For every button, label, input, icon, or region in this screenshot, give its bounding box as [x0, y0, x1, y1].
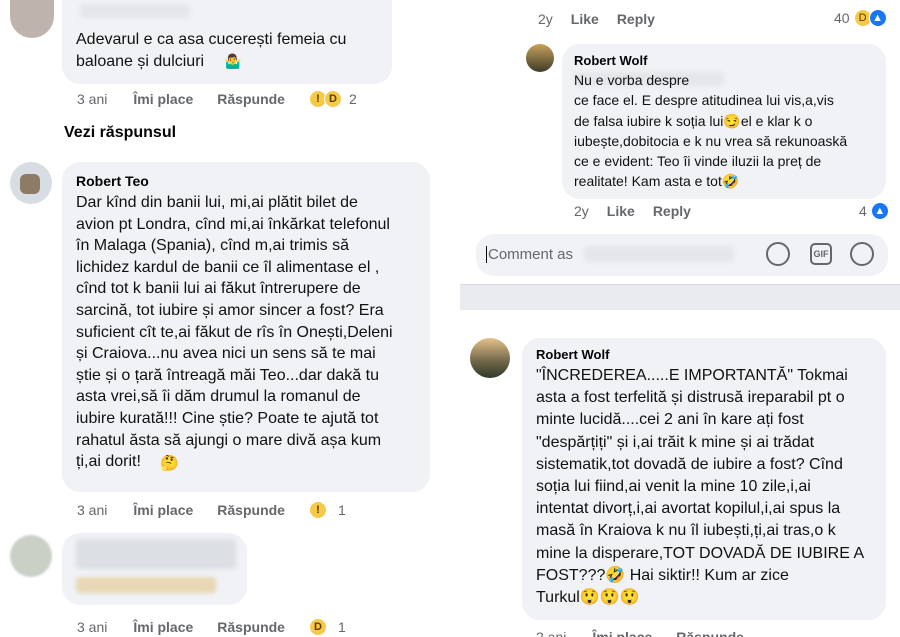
reply-author[interactable]: Robert Wolf [574, 53, 647, 68]
composer-placeholder[interactable]: Comment as [486, 246, 573, 263]
reply-button[interactable]: Reply [617, 11, 655, 27]
reply-button[interactable]: Răspunde [217, 619, 285, 635]
comment-bubble-blurred [62, 533, 247, 605]
laugh-emoji: 🤣 [605, 566, 626, 584]
comment-text: "ÎNCREDEREA.....E IMPORTANTĂ" Tokmai ast… [536, 367, 865, 607]
avatar[interactable] [10, 162, 52, 204]
comment-author[interactable]: Robert Wolf [536, 347, 609, 362]
timestamp[interactable]: 2y [538, 11, 553, 27]
comment-actions: 3 ani Îmi place Răspunde ! D 2 [77, 90, 357, 108]
avatar[interactable] [526, 44, 554, 72]
reactions[interactable]: D 1 [308, 618, 346, 636]
blurred-content [76, 577, 216, 593]
reactions-count: 40 [834, 10, 850, 26]
reactions-count: 1 [337, 502, 346, 518]
timestamp[interactable]: 3 ani [77, 502, 107, 518]
blurred-content [76, 539, 236, 569]
reply-button[interactable]: Răspunde [217, 91, 285, 107]
like-button[interactable]: Like [571, 11, 599, 27]
emoji-icon[interactable] [850, 242, 874, 266]
right-bottom-panel: Robert Wolf "ÎNCREDEREA.....E IMPORTANTĂ… [460, 316, 900, 637]
blurred-author-name [80, 4, 190, 18]
bottom-tabbar-strip [460, 284, 900, 310]
avatar[interactable] [470, 338, 510, 378]
like-button[interactable]: Like [607, 203, 635, 219]
comment-actions: 3 ani Îmi place Răspunde ! 1 [77, 501, 346, 519]
haha-reaction-icon: D [308, 618, 327, 636]
avatar-sticker-icon[interactable] [766, 242, 790, 266]
comment-actions: 2 ani Îmi place Răspunde [536, 629, 768, 637]
smirk-emoji: 😏 [723, 112, 741, 129]
reply-bubble: Robert Wolf Nu e vorba despre ce face el… [562, 44, 886, 199]
right-top-panel: 2y Like Reply 40 D ▲ Robert Wolf Nu e vo… [460, 0, 900, 310]
astonished-emoji: 😲😲😲 [579, 589, 640, 607]
comment-bubble: Robert Wolf "ÎNCREDEREA.....E IMPORTANTĂ… [522, 338, 886, 620]
timestamp[interactable]: 3 ani [77, 619, 107, 635]
like-reaction-icon: ▲ [870, 202, 889, 220]
shrug-emoji: 🤷‍♂️ [224, 53, 242, 69]
reply-button[interactable]: Răspunde [676, 629, 744, 637]
comment-text: Dar kînd din banii lui, mi,ai plătit bil… [76, 194, 393, 471]
reactions-count: 2 [348, 91, 357, 107]
reactions-count: 1 [337, 619, 346, 635]
like-button[interactable]: Îmi place [133, 502, 193, 518]
avatar[interactable] [10, 0, 54, 38]
reactions[interactable]: 40 D ▲ [834, 9, 887, 27]
gif-icon[interactable]: GIF [810, 243, 832, 265]
reactions[interactable]: 4 ▲ [859, 202, 889, 220]
reply-button[interactable]: Răspunde [217, 502, 285, 518]
blurred-username [584, 246, 734, 262]
comment-author[interactable]: Robert Teo [76, 173, 149, 189]
reply-actions: 2y Like Reply [574, 203, 715, 219]
laugh-emoji: 🤣 [721, 173, 740, 190]
timestamp[interactable]: 2 ani [536, 629, 566, 637]
comment-actions: 3 ani Îmi place Răspunde D 1 [77, 618, 346, 636]
like-reaction-icon: ▲ [868, 9, 887, 27]
wow-reaction-icon: ! [308, 501, 327, 519]
comment-composer[interactable]: Comment as GIF [476, 234, 888, 276]
haha-reaction-icon: D [323, 90, 342, 108]
reactions[interactable]: ! 1 [308, 501, 346, 519]
thinking-emoji: 🤔 [160, 455, 179, 472]
timestamp[interactable]: 2y [574, 203, 589, 219]
reply-text: Nu e vorba despre ce face el. E despre a… [574, 72, 848, 190]
like-button[interactable]: Îmi place [592, 629, 652, 637]
see-reply-link[interactable]: Vezi răspunsul [64, 124, 176, 142]
left-comments-panel: Adevarul e ca asa cucerești femeia cu ba… [0, 0, 455, 637]
reply-button[interactable]: Reply [653, 203, 691, 219]
timestamp[interactable]: 3 ani [77, 91, 107, 107]
like-button[interactable]: Îmi place [133, 619, 193, 635]
avatar[interactable] [10, 535, 52, 577]
like-button[interactable]: Îmi place [133, 91, 193, 107]
reactions[interactable]: ! D 2 [308, 90, 357, 108]
reactions-count: 4 [859, 203, 867, 219]
comment-bubble: Robert Teo Dar kînd din banii lui, mi,ai… [62, 162, 430, 492]
comment-bubble: Adevarul e ca asa cucerești femeia cu ba… [62, 0, 392, 84]
comment-actions: 2y Like Reply [538, 11, 679, 27]
